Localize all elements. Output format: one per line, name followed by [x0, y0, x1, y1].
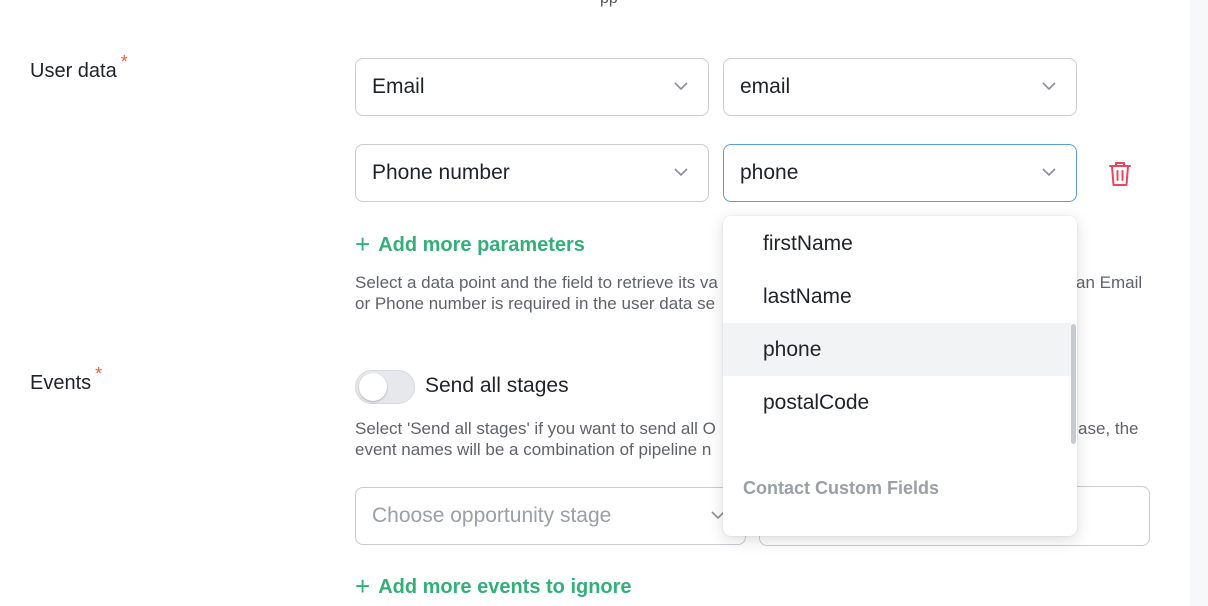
add-more-events-label: Add more events to ignore: [378, 575, 632, 598]
add-more-parameters-link[interactable]: + Add more parameters: [355, 229, 585, 259]
chevron-down-icon: [674, 79, 688, 93]
plus-icon: +: [355, 229, 371, 259]
dropdown-option-phone[interactable]: phone: [723, 323, 1071, 376]
chevron-down-icon: [1042, 79, 1056, 93]
add-more-parameters-label: Add more parameters: [378, 233, 585, 256]
user-data-help-line1-end: an Email: [1076, 273, 1143, 292]
dropdown-group-label: Contact Custom Fields: [743, 478, 940, 498]
select-value: Email: [372, 75, 425, 98]
trash-icon[interactable]: [1107, 160, 1133, 188]
field-dropdown-menu: firstName lastName phone postalCode Cont…: [723, 216, 1077, 536]
toggle-knob: [359, 373, 387, 401]
dropdown-option-lastname[interactable]: lastName: [723, 270, 1071, 323]
field-select-email[interactable]: email: [723, 58, 1077, 116]
data-point-select-phone[interactable]: Phone number: [355, 144, 709, 202]
opportunity-stage-select[interactable]: Choose opportunity stage: [355, 487, 746, 545]
field-select-phone[interactable]: phone: [723, 144, 1077, 202]
events-label-text: Events: [30, 372, 92, 394]
required-mark: *: [95, 364, 103, 384]
events-label: Events *: [30, 364, 102, 395]
select-value: phone: [740, 161, 799, 184]
data-point-select-email[interactable]: Email: [355, 58, 709, 116]
send-all-stages-label: Send all stages: [425, 374, 569, 397]
user-data-help-line1: Select a data point and the field to ret…: [355, 273, 718, 292]
user-data-help-line2: or Phone number is required in the user …: [355, 294, 716, 313]
chevron-down-icon: [1042, 165, 1056, 179]
select-value: Phone number: [372, 161, 510, 184]
select-value: email: [740, 75, 791, 98]
page-scrollbar-track[interactable]: [1190, 0, 1208, 606]
send-all-stages-toggle[interactable]: [355, 370, 415, 404]
chevron-down-icon: [674, 165, 688, 179]
user-data-label: User data *: [30, 52, 128, 83]
user-data-label-text: User data: [30, 60, 117, 82]
dropdown-option-firstname[interactable]: firstName: [723, 217, 1071, 270]
dropdown-scrollbar[interactable]: [1071, 324, 1076, 444]
select-placeholder: Choose opportunity stage: [372, 504, 612, 527]
required-mark: *: [120, 52, 128, 72]
cut-off-text: pp: [600, 0, 618, 8]
add-more-events-link[interactable]: + Add more events to ignore: [355, 571, 632, 601]
plus-icon: +: [355, 571, 371, 601]
events-help-line2: event names will be a combination of pip…: [355, 440, 712, 459]
events-help-line1: Select 'Send all stages' if you want to …: [355, 419, 716, 438]
events-help-line1-end: ase, the: [1078, 419, 1139, 438]
dropdown-option-postalcode[interactable]: postalCode: [723, 376, 1071, 429]
